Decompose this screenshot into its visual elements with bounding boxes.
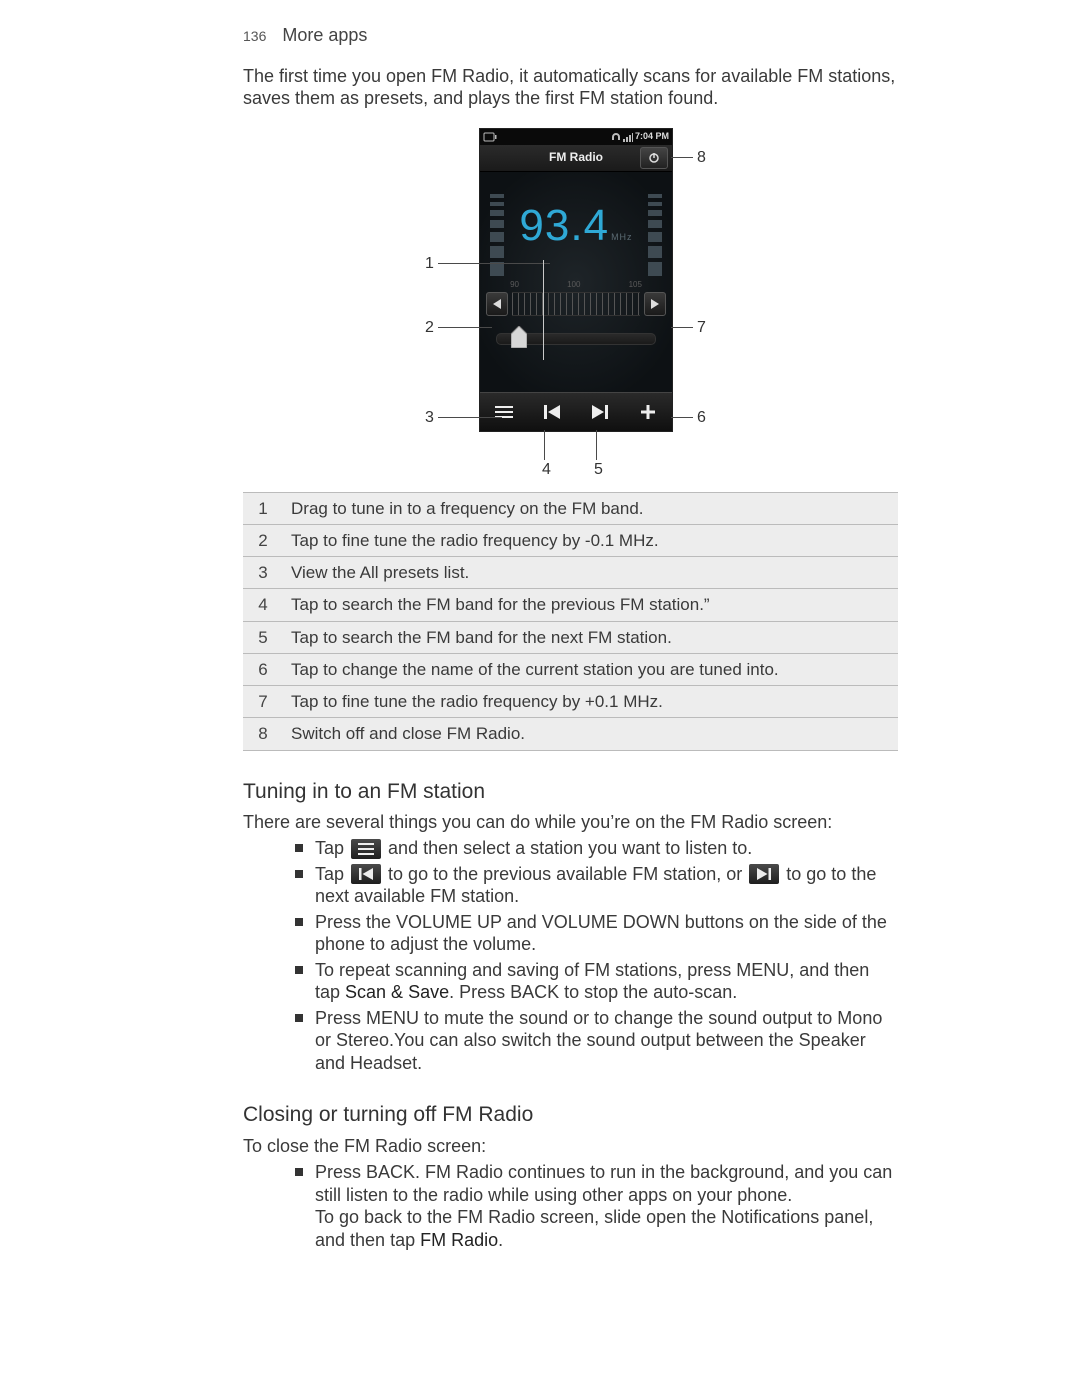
fine-tune-down-button[interactable] bbox=[486, 292, 508, 316]
status-time: 7:04 PM bbox=[635, 131, 669, 142]
tuning-heading: Tuning in to an FM station bbox=[243, 779, 898, 805]
page-number: 136 bbox=[243, 28, 266, 46]
callout-5: 5 bbox=[590, 460, 607, 480]
tuning-bullet-1: Tap and then select a station you want t… bbox=[295, 837, 898, 860]
triangle-left-icon bbox=[493, 299, 501, 309]
triangle-right-icon bbox=[651, 299, 659, 309]
legend-row: 2Tap to fine tune the radio frequency by… bbox=[243, 524, 898, 556]
fm-radio-app-label: FM Radio bbox=[420, 1230, 498, 1250]
tuning-bullet-5: Press MENU to mute the sound or to chang… bbox=[295, 1007, 898, 1075]
scan-save-label: Scan & Save bbox=[345, 982, 449, 1002]
power-icon bbox=[648, 152, 660, 164]
skip-next-icon bbox=[592, 405, 608, 419]
fine-tune-up-button[interactable] bbox=[644, 292, 666, 316]
status-bar: 7:04 PM bbox=[480, 129, 672, 145]
frequency-unit: MHz bbox=[611, 232, 633, 242]
closing-heading: Closing or turning off FM Radio bbox=[243, 1102, 898, 1128]
plus-icon bbox=[640, 404, 656, 420]
legend-row: 8Switch off and close FM Radio. bbox=[243, 718, 898, 750]
callout-7: 7 bbox=[671, 318, 710, 338]
app-title-bar: FM Radio bbox=[480, 145, 672, 172]
tuning-intro: There are several things you can do whil… bbox=[243, 811, 898, 834]
legend-row: 7Tap to fine tune the radio frequency by… bbox=[243, 686, 898, 718]
legend-row: 1Drag to tune in to a frequency on the F… bbox=[243, 492, 898, 524]
frequency-dial[interactable] bbox=[512, 292, 640, 316]
headset-icon bbox=[611, 132, 621, 142]
status-left-icons bbox=[483, 132, 497, 142]
skip-previous-icon bbox=[359, 868, 373, 880]
tuning-bullet-2: Tap to go to the previous available FM s… bbox=[295, 863, 898, 908]
section-name: More apps bbox=[282, 24, 367, 47]
bottom-toolbar bbox=[480, 392, 672, 431]
legend-table: 1Drag to tune in to a frequency on the F… bbox=[243, 492, 898, 751]
closing-bullet-1: Press BACK. FM Radio continues to run in… bbox=[295, 1161, 898, 1251]
callout-2: 2 bbox=[421, 318, 492, 338]
frequency-display: 93.4MHz bbox=[480, 198, 672, 253]
next-station-button[interactable] bbox=[583, 397, 617, 427]
frequency-value: 93.4 bbox=[519, 201, 609, 250]
phone-screenshot: 7:04 PM FM Radio bbox=[479, 128, 673, 432]
page-header: 136 More apps bbox=[243, 24, 898, 47]
dial-scale-labels: 90 100 105 bbox=[486, 280, 666, 290]
rename-station-button[interactable] bbox=[631, 397, 665, 427]
previous-station-button[interactable] bbox=[535, 397, 569, 427]
intro-paragraph: The first time you open FM Radio, it aut… bbox=[243, 65, 898, 110]
tuner-area: 93.4MHz 90 100 105 bbox=[480, 172, 672, 392]
legend-row: 4Tap to search the FM band for the previ… bbox=[243, 589, 898, 621]
legend-row: 5Tap to search the FM band for the next … bbox=[243, 621, 898, 653]
signal-icon bbox=[623, 132, 633, 142]
tuning-bullets: Tap and then select a station you want t… bbox=[295, 837, 898, 1074]
dial-needle bbox=[543, 260, 544, 360]
next-station-inline-button[interactable] bbox=[749, 864, 779, 884]
closing-bullets: Press BACK. FM Radio continues to run in… bbox=[295, 1161, 898, 1251]
skip-previous-icon bbox=[544, 405, 560, 419]
legend-row: 3View the All presets list. bbox=[243, 557, 898, 589]
tuning-bullet-4: To repeat scanning and saving of FM stat… bbox=[295, 959, 898, 1004]
callout-4: 4 bbox=[538, 460, 555, 480]
list-icon bbox=[358, 843, 374, 855]
callout-4-lead bbox=[544, 430, 545, 460]
closing-intro: To close the FM Radio screen: bbox=[243, 1135, 898, 1158]
callout-8: 8 bbox=[671, 148, 710, 168]
callout-6: 6 bbox=[671, 408, 710, 428]
power-button[interactable] bbox=[640, 147, 668, 169]
callout-5-lead bbox=[596, 430, 597, 460]
callout-3: 3 bbox=[421, 408, 502, 428]
presets-list-inline-button[interactable] bbox=[351, 839, 381, 859]
previous-station-inline-button[interactable] bbox=[351, 864, 381, 884]
tuning-slider[interactable] bbox=[496, 333, 656, 345]
legend-row: 6Tap to change the name of the current s… bbox=[243, 653, 898, 685]
fm-radio-figure: 7:04 PM FM Radio bbox=[243, 128, 898, 488]
callout-1: 1 bbox=[421, 254, 550, 274]
slider-thumb[interactable] bbox=[511, 326, 527, 348]
app-title: FM Radio bbox=[549, 150, 603, 165]
tuning-bullet-3: Press the VOLUME UP and VOLUME DOWN butt… bbox=[295, 911, 898, 956]
skip-next-icon bbox=[757, 868, 771, 880]
